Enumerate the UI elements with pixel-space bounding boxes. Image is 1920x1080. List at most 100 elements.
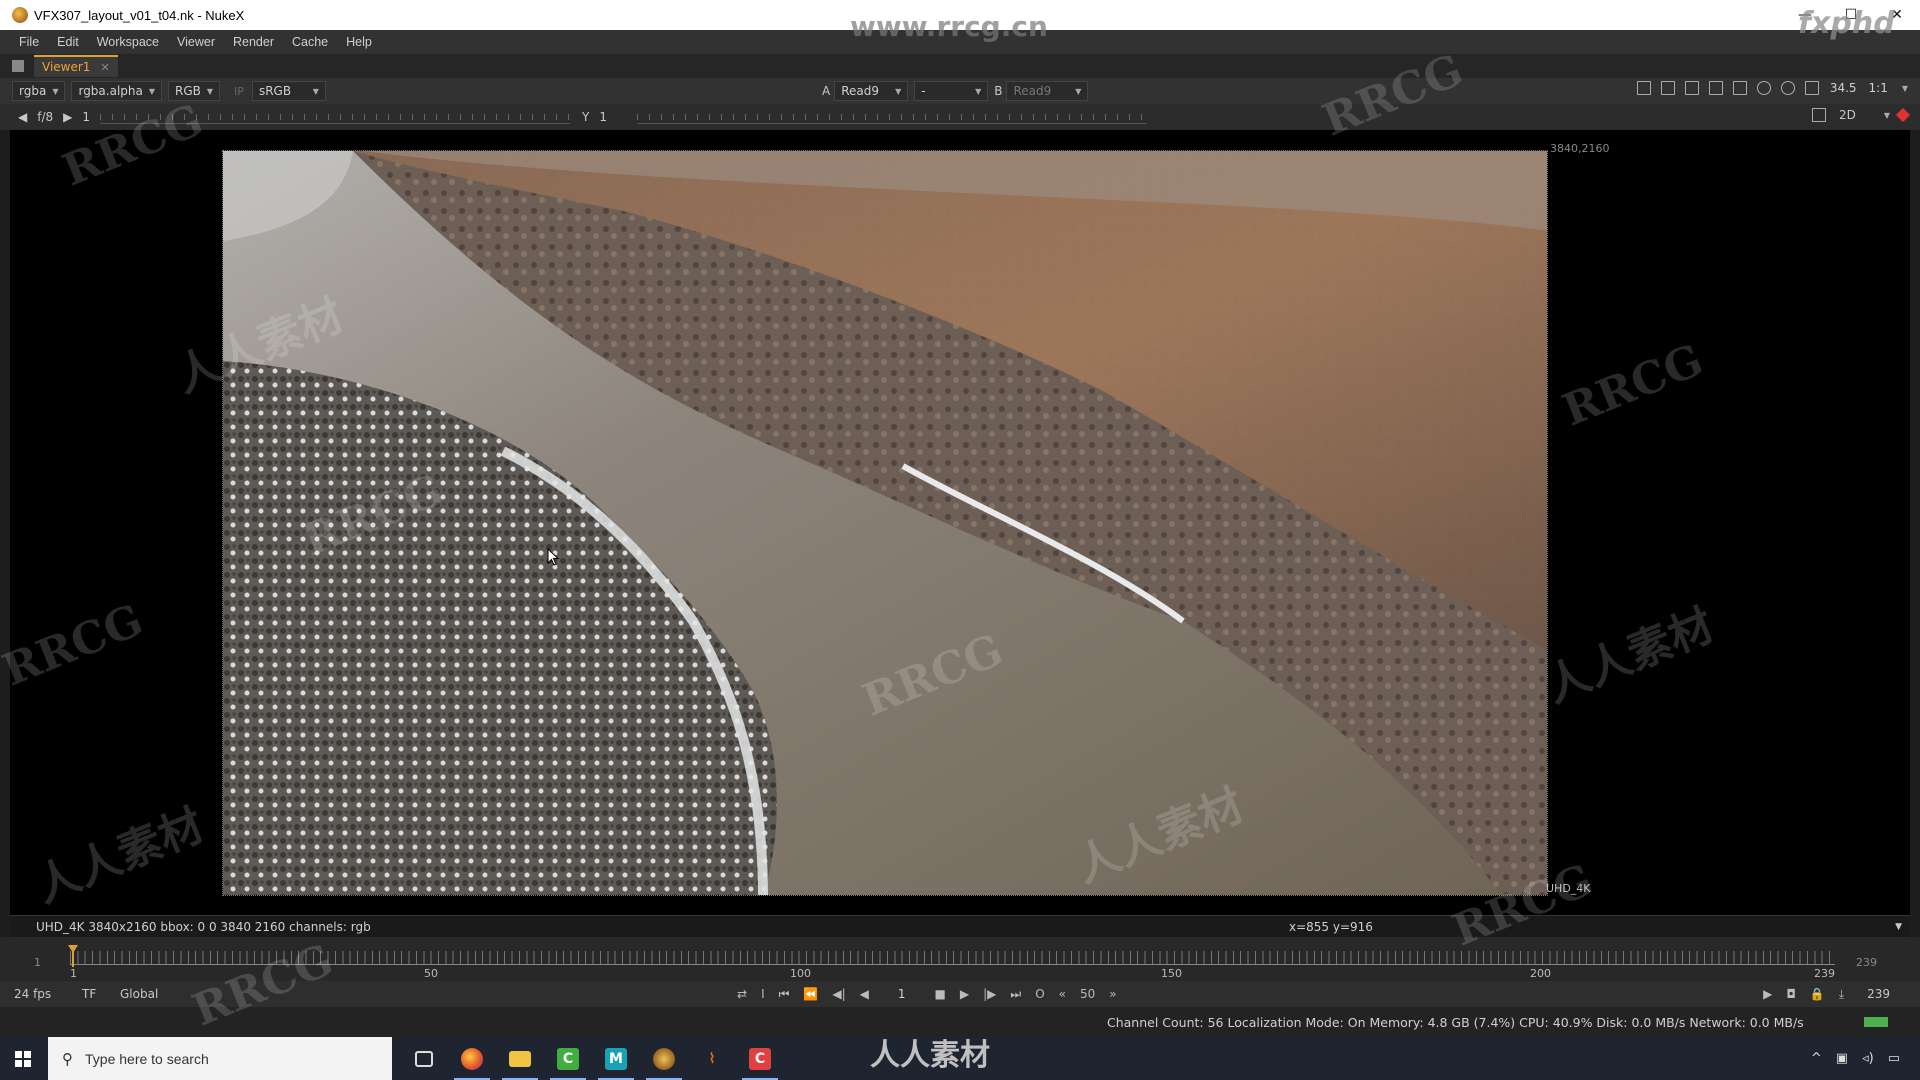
- update-icon[interactable]: [1780, 81, 1795, 95]
- chevron-down-icon[interactable]: ▼: [1884, 111, 1890, 120]
- downscale-icon[interactable]: [1732, 81, 1747, 95]
- gain-value[interactable]: 1: [82, 110, 90, 124]
- lut-dropdown[interactable]: sRGB ▼: [251, 81, 326, 101]
- viewer-display-controls: 34.5 1:1 ▼: [1632, 81, 1908, 95]
- previous-keyframe-icon[interactable]: ⏪: [803, 987, 818, 1001]
- menu-viewer[interactable]: Viewer: [168, 35, 224, 49]
- proxy-ratio-value[interactable]: 1:1: [1869, 81, 1888, 95]
- tab-viewer1[interactable]: Viewer1 ✕: [34, 55, 118, 77]
- proxy-icon[interactable]: [1708, 81, 1723, 95]
- end-frame-field[interactable]: 239: [1867, 987, 1890, 1001]
- camtasia-recorder-button[interactable]: C: [736, 1037, 784, 1080]
- previous-frame-icon[interactable]: ◀|: [832, 987, 845, 1001]
- timeline-end-frame[interactable]: 239: [1856, 956, 1877, 969]
- refresh-icon[interactable]: [1756, 81, 1771, 95]
- menu-edit[interactable]: Edit: [48, 35, 88, 49]
- viewer-image[interactable]: [222, 150, 1548, 896]
- show-hidden-icons-icon[interactable]: ^: [1811, 1051, 1822, 1066]
- range-mode-dropdown[interactable]: Global: [120, 987, 158, 1001]
- play-backward-icon[interactable]: ◀: [860, 987, 869, 1001]
- out-point-icon[interactable]: O: [1035, 987, 1044, 1001]
- play-back-icon[interactable]: ◀: [18, 110, 27, 124]
- volume-icon[interactable]: ◃): [1862, 1051, 1874, 1066]
- overscan-icon[interactable]: [1660, 81, 1675, 95]
- maya-button[interactable]: M: [592, 1037, 640, 1080]
- firefox-icon: [461, 1047, 483, 1070]
- status-ok-indicator: [1864, 1017, 1888, 1027]
- go-to-start-icon[interactable]: ⏮: [779, 987, 790, 1002]
- pause-marker-icon[interactable]: [1895, 107, 1911, 123]
- fstop-value[interactable]: f/8: [37, 110, 53, 124]
- zoom-value[interactable]: 34.5: [1830, 81, 1857, 95]
- gamma-slider[interactable]: [637, 110, 1147, 124]
- region-icon[interactable]: [1811, 108, 1826, 122]
- in-point-icon[interactable]: I: [761, 987, 765, 1001]
- chevron-down-icon: ▼: [895, 86, 902, 96]
- timeline[interactable]: 1 1 50 100 150 200 239 239: [0, 937, 1920, 981]
- taskbar-search[interactable]: ⚲ Type here to search: [48, 1037, 392, 1080]
- windows-logo-icon: [15, 1050, 31, 1067]
- mouse-cursor-icon: [547, 548, 559, 566]
- camtasia-button[interactable]: C: [544, 1037, 592, 1080]
- performance-status: Channel Count: 56 Localization Mode: On …: [1107, 1014, 1804, 1030]
- flipbook-icon[interactable]: ▶: [1763, 987, 1772, 1001]
- next-frame-icon[interactable]: |▶: [983, 987, 996, 1001]
- task-view-button[interactable]: [400, 1037, 448, 1080]
- current-frame-field[interactable]: 1: [898, 987, 906, 1001]
- ip-toggle[interactable]: IP: [234, 85, 244, 98]
- loop-mode-icon[interactable]: ⇄: [737, 987, 747, 1001]
- display-channels-dropdown[interactable]: RGB ▼: [168, 81, 221, 101]
- playhead-line: [72, 951, 74, 967]
- nuke-button[interactable]: [640, 1037, 688, 1080]
- view-mode-dropdown[interactable]: 2D: [1839, 108, 1856, 122]
- time-format-dropdown[interactable]: TF: [82, 987, 96, 1001]
- menu-cache[interactable]: Cache: [283, 35, 337, 49]
- stop-icon[interactable]: ■: [935, 987, 946, 1001]
- play-forward-icon[interactable]: ▶: [960, 987, 969, 1001]
- input-b-label: B: [994, 84, 1003, 98]
- pane-menu-icon[interactable]: [12, 60, 24, 72]
- step-back-icon[interactable]: «: [1059, 987, 1066, 1001]
- tab-close-icon[interactable]: ✕: [100, 61, 109, 74]
- viewer-canvas[interactable]: 3840,2160 UHD_4K: [10, 130, 1910, 915]
- network-icon[interactable]: ▣: [1836, 1051, 1848, 1066]
- start-button[interactable]: [0, 1037, 46, 1080]
- pause-icon[interactable]: [1804, 81, 1819, 95]
- menu-workspace[interactable]: Workspace: [88, 35, 168, 49]
- capture-icon[interactable]: ◘: [1786, 987, 1796, 1001]
- wipe-mode-dropdown[interactable]: - ▼: [914, 81, 989, 101]
- lock-icon[interactable]: 🔒: [1810, 987, 1825, 1001]
- step-forward-icon[interactable]: »: [1109, 987, 1116, 1001]
- play-forward-icon[interactable]: ▶: [63, 110, 72, 124]
- firefox-button[interactable]: [448, 1037, 496, 1080]
- notification-icon[interactable]: ▭: [1888, 1051, 1900, 1066]
- camtasia-icon: C: [557, 1047, 579, 1070]
- input-b-dropdown[interactable]: Read9 ▼: [1006, 81, 1089, 101]
- unreal-button[interactable]: ⌇: [688, 1037, 736, 1080]
- input-a-dropdown[interactable]: Read9 ▼: [834, 81, 909, 101]
- taskbar-apps: C M ⌇ C: [400, 1037, 784, 1080]
- timeline-start-frame[interactable]: 1: [34, 956, 41, 969]
- file-explorer-button[interactable]: [496, 1037, 544, 1080]
- unreal-icon: ⌇: [708, 1050, 716, 1067]
- menu-render[interactable]: Render: [224, 35, 283, 49]
- alpha-channel-dropdown[interactable]: rgba.alpha ▼: [71, 81, 163, 101]
- watermark-brand: fxphd: [1798, 6, 1895, 41]
- go-to-end-icon[interactable]: ⏭: [1010, 987, 1021, 1002]
- chevron-down-icon: ▼: [52, 86, 59, 96]
- step-increment-field[interactable]: 50: [1080, 987, 1095, 1001]
- export-icon[interactable]: ⤓: [1839, 987, 1844, 1002]
- timeline-track[interactable]: [70, 951, 1835, 965]
- menu-file[interactable]: File: [10, 35, 48, 49]
- fps-field[interactable]: 24 fps: [14, 987, 51, 1001]
- roi-icon[interactable]: [1636, 81, 1651, 95]
- gamma-value[interactable]: 1: [599, 110, 607, 124]
- tab-label: Viewer1: [42, 60, 91, 74]
- chevron-down-icon[interactable]: ▼: [1902, 84, 1908, 93]
- chevron-down-icon[interactable]: ▼: [1895, 922, 1902, 932]
- timeline-tick: 239: [1814, 967, 1835, 980]
- gain-slider[interactable]: [100, 110, 571, 124]
- zebra-icon[interactable]: [1684, 81, 1699, 95]
- menu-help[interactable]: Help: [337, 35, 381, 49]
- channels-dropdown[interactable]: rgba ▼: [12, 81, 66, 101]
